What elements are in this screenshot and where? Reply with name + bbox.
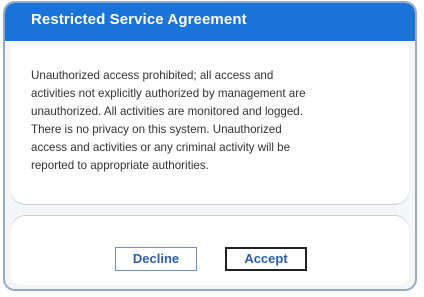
dialog-title-bar: Restricted Service Agreement xyxy=(5,3,415,41)
message-panel: Unauthorized access prohibited; all acce… xyxy=(11,45,409,205)
decline-button[interactable]: Decline xyxy=(115,247,197,271)
agreement-message: Unauthorized access prohibited; all acce… xyxy=(31,69,306,172)
dialog-title: Restricted Service Agreement xyxy=(31,11,247,28)
button-panel: Decline Accept xyxy=(11,215,409,285)
restricted-service-agreement-dialog: Restricted Service Agreement Unauthorize… xyxy=(3,1,417,291)
accept-button[interactable]: Accept xyxy=(225,247,307,271)
